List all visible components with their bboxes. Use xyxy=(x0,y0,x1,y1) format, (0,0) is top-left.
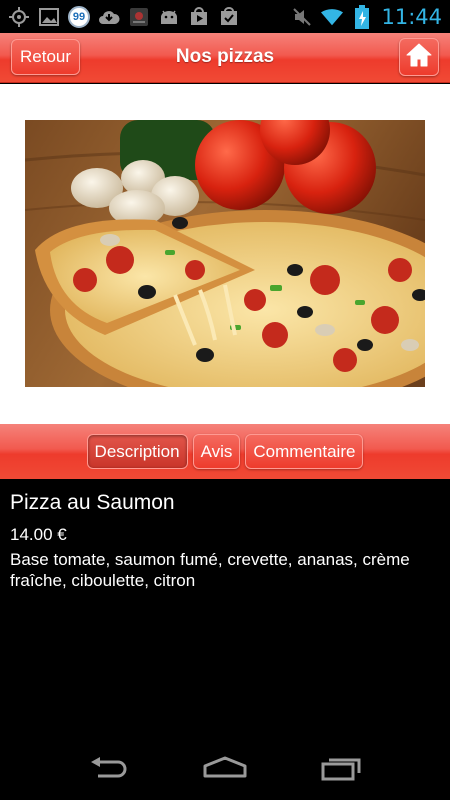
badge-99-icon: 99 xyxy=(68,5,90,28)
back-nav-button[interactable] xyxy=(78,750,138,790)
tab-commentaire[interactable]: Commentaire xyxy=(245,434,364,469)
recent-apps-button[interactable] xyxy=(312,750,372,790)
app-icon xyxy=(128,6,150,28)
tab-bar: Description Avis Commentaire xyxy=(0,424,450,479)
pizza-photo xyxy=(25,120,425,387)
android-icon xyxy=(158,6,180,28)
home-icon xyxy=(406,43,432,72)
image-icon xyxy=(38,6,60,28)
product-price: 14.00 € xyxy=(10,525,67,544)
screen: 99 11:44 Nos pizzas Retour Description A… xyxy=(0,0,450,800)
home-nav-button[interactable] xyxy=(195,750,255,790)
status-bar: 99 11:44 xyxy=(0,0,450,33)
status-time: 11:44 xyxy=(381,4,442,29)
mute-icon xyxy=(291,6,313,28)
checklist-icon xyxy=(218,6,240,28)
tab-avis[interactable]: Avis xyxy=(192,434,241,469)
battery-charging-icon xyxy=(351,4,373,29)
home-nav-icon xyxy=(201,756,249,785)
wifi-icon xyxy=(321,6,344,28)
back-icon xyxy=(86,756,130,785)
gps-icon xyxy=(8,6,30,28)
system-nav-bar xyxy=(0,740,450,800)
product-name: Pizza au Saumon xyxy=(10,491,175,514)
header-bar: Nos pizzas Retour xyxy=(0,33,450,83)
play-store-icon xyxy=(188,6,210,28)
cloud-download-icon xyxy=(98,6,120,28)
product-details: Pizza au Saumon 14.00 € Base tomate, sau… xyxy=(0,479,450,739)
product-description: Base tomate, saumon fumé, crevette, anan… xyxy=(10,550,410,590)
home-button[interactable] xyxy=(399,38,439,76)
back-button[interactable]: Retour xyxy=(11,39,80,75)
tab-description[interactable]: Description xyxy=(86,434,188,469)
recent-apps-icon xyxy=(320,755,364,786)
image-area xyxy=(0,84,450,424)
